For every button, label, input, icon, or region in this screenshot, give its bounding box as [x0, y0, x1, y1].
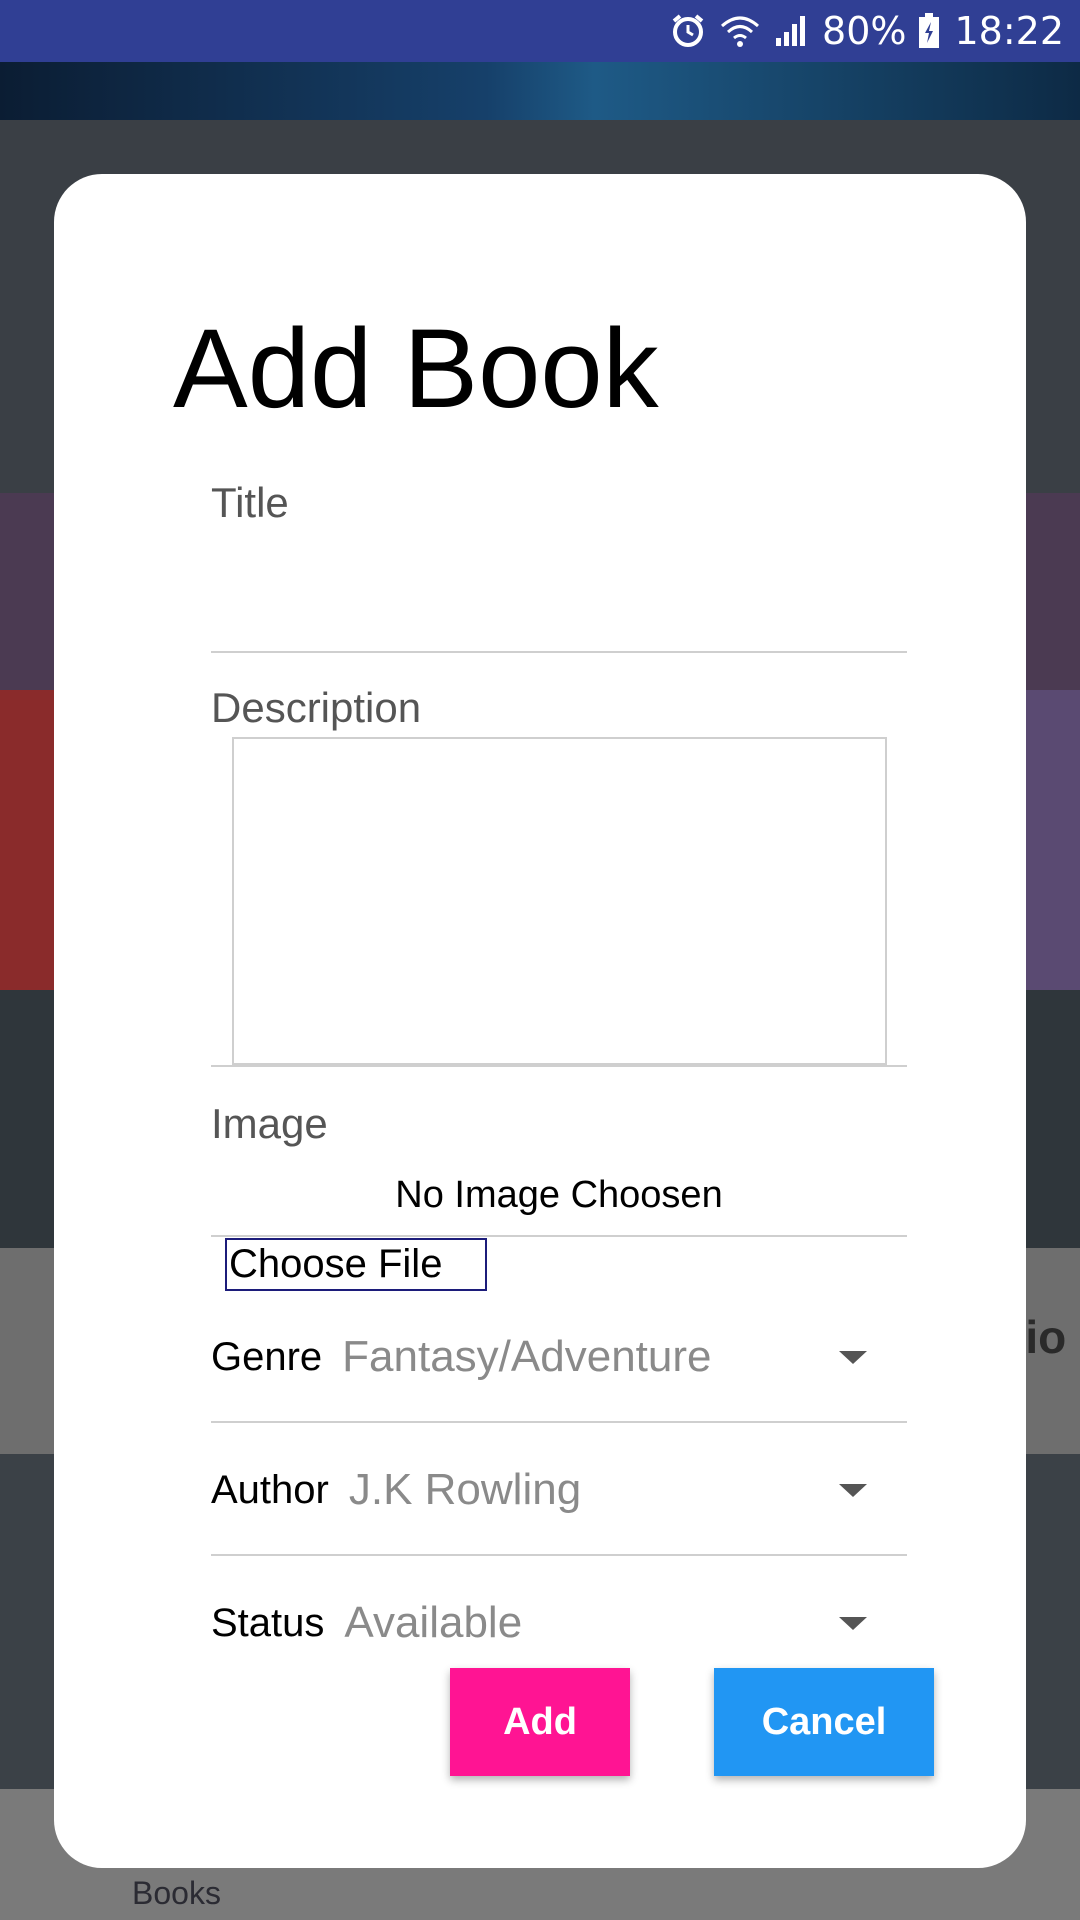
genre-underline	[211, 1421, 907, 1423]
status-value: Available	[344, 1598, 523, 1647]
battery-charging-icon	[918, 13, 940, 49]
status-dropdown-caret-icon	[839, 1616, 867, 1630]
image-label: Image	[211, 1100, 328, 1147]
title-input[interactable]	[211, 534, 907, 624]
author-underline	[211, 1554, 907, 1556]
author-label: Author	[211, 1467, 329, 1512]
clock: 18:22	[954, 9, 1064, 53]
genre-dropdown-caret-icon	[839, 1350, 867, 1364]
alarm-icon	[670, 13, 706, 49]
choose-file-button[interactable]: Choose File	[225, 1238, 487, 1291]
description-underline	[211, 1065, 907, 1067]
cancel-button[interactable]: Cancel	[714, 1668, 934, 1776]
wifi-icon	[720, 14, 760, 48]
title-label: Title	[211, 479, 289, 526]
author-value: J.K Rowling	[348, 1465, 582, 1514]
battery-percentage: 80%	[822, 9, 907, 53]
app-header-banner	[0, 62, 1080, 120]
image-underline	[211, 1235, 907, 1237]
status-bar: 80% 18:22	[0, 0, 1080, 62]
author-select[interactable]: Author J.K Rowling	[211, 1450, 907, 1530]
genre-label: Genre	[211, 1334, 323, 1379]
dialog-title: Add Book	[173, 306, 659, 431]
background-book-cover-right	[1020, 690, 1080, 990]
description-label: Description	[211, 684, 422, 731]
genre-select[interactable]: Genre Fantasy/Adventure	[211, 1317, 907, 1397]
title-input-underline	[211, 651, 907, 653]
description-textarea[interactable]	[232, 737, 887, 1065]
add-button[interactable]: Add	[450, 1668, 630, 1776]
nav-books-label: Books	[132, 1875, 221, 1911]
image-status-text: No Image Choosen	[395, 1174, 723, 1216]
author-dropdown-caret-icon	[839, 1483, 867, 1497]
background-book-cover-left	[0, 690, 60, 990]
status-label: Status	[211, 1600, 325, 1645]
status-select[interactable]: Status Available	[211, 1583, 907, 1663]
genre-value: Fantasy/Adventure	[342, 1332, 712, 1381]
signal-icon	[774, 14, 808, 48]
add-book-dialog: Add Book Title Description Image No Imag…	[54, 174, 1026, 1868]
